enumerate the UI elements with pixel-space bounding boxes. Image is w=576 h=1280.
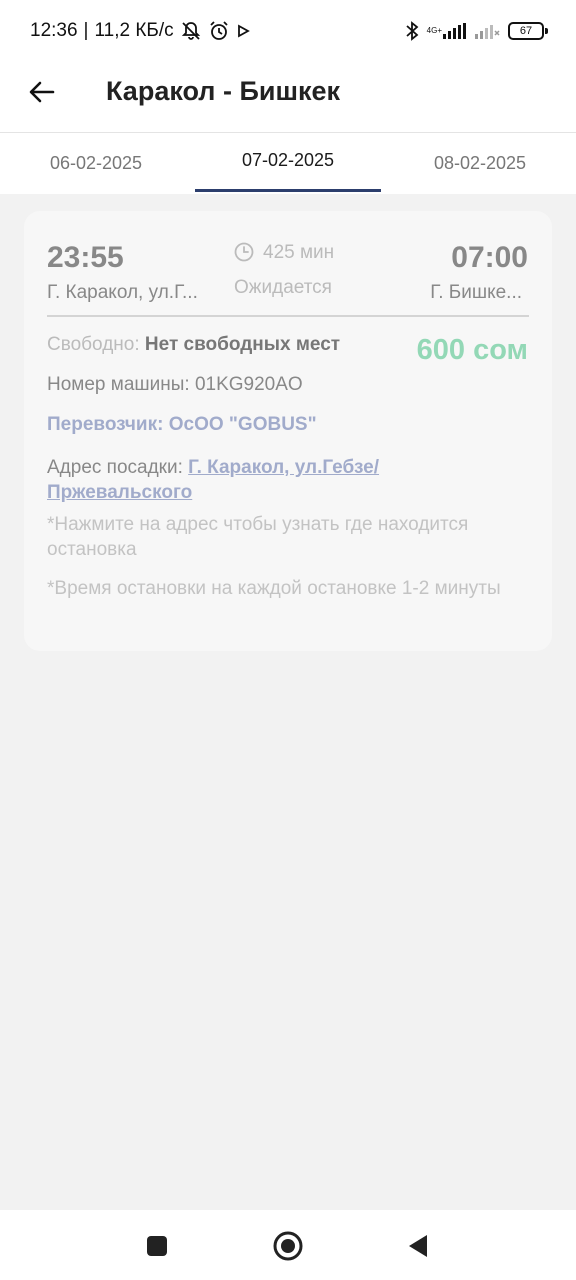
trip-status: Ожидается [234, 277, 332, 298]
home-button[interactable] [272, 1230, 304, 1262]
stop-time-note: *Время остановки на каждой остановке 1-2… [47, 578, 501, 599]
arrival-city: Г. Бишке... [430, 282, 522, 303]
clock-icon [233, 241, 255, 268]
tab-date-current[interactable]: 07-02-2025 [192, 133, 384, 194]
square-icon [147, 1236, 167, 1256]
arrow-left-icon [29, 81, 55, 103]
free-seats-row: Свободно: Нет свободных мест [47, 334, 340, 356]
status-separator: | [83, 20, 89, 41]
card-divider [47, 315, 529, 317]
status-left: 12:36 | 11,2 КБ/с [30, 20, 250, 42]
recent-apps-button[interactable] [141, 1230, 173, 1262]
arrival-time: 07:00 [451, 241, 528, 274]
notifications-muted-icon [180, 20, 202, 42]
bluetooth-icon [405, 20, 419, 42]
departure-city: Г. Каракол, ул.Г... [47, 282, 198, 303]
trip-card[interactable]: 23:55 Г. Каракол, ул.Г... 425 мин Ожидае… [24, 211, 552, 651]
signal-4g-icon: 4G+ [427, 23, 466, 39]
battery-icon: 67 [508, 22, 548, 40]
boarding-address-label: Адрес посадки: [47, 457, 183, 478]
status-network-speed: 11,2 КБ/с [94, 20, 174, 41]
tab-date-next[interactable]: 08-02-2025 [384, 133, 576, 194]
active-tab-indicator [195, 189, 381, 192]
status-bar: 12:36 | 11,2 КБ/с 4G+ 67 [0, 0, 576, 64]
address-hint-note: *Нажмите на адрес чтобы узнать где наход… [47, 514, 469, 560]
tab-date-prev[interactable]: 06-02-2025 [0, 133, 192, 194]
date-tabs: 06-02-2025 07-02-2025 08-02-2025 [0, 132, 576, 194]
departure-time: 23:55 [47, 241, 124, 274]
triangle-left-icon [409, 1235, 427, 1257]
network-type-label: 4G+ [426, 26, 442, 35]
page-title: Каракол - Бишкек [106, 76, 341, 106]
alarm-icon [208, 20, 230, 42]
app-bar: Каракол - Бишкек [0, 64, 576, 132]
system-nav-bar [0, 1210, 576, 1280]
trip-duration: 425 мин [263, 242, 335, 263]
free-seats-label: Свободно: [47, 334, 140, 355]
status-time: 12:36 [30, 20, 78, 41]
carrier-link[interactable]: Перевозчик: ОсОО "GOBUS" [47, 414, 317, 436]
back-nav-button[interactable] [402, 1230, 434, 1262]
signal-weak-icon [474, 23, 500, 39]
boarding-address: Адрес посадки: Г. Каракол, ул.Гебзе/ Прж… [47, 455, 517, 505]
play-store-icon [236, 24, 250, 38]
circle-icon [273, 1231, 303, 1261]
status-right: 4G+ 67 [405, 20, 548, 42]
car-number: Номер машины: 01KG920AO [47, 374, 303, 395]
free-seats-value: Нет свободных мест [144, 334, 341, 355]
back-button[interactable] [24, 74, 60, 110]
trip-price: 600 сом [416, 334, 528, 366]
